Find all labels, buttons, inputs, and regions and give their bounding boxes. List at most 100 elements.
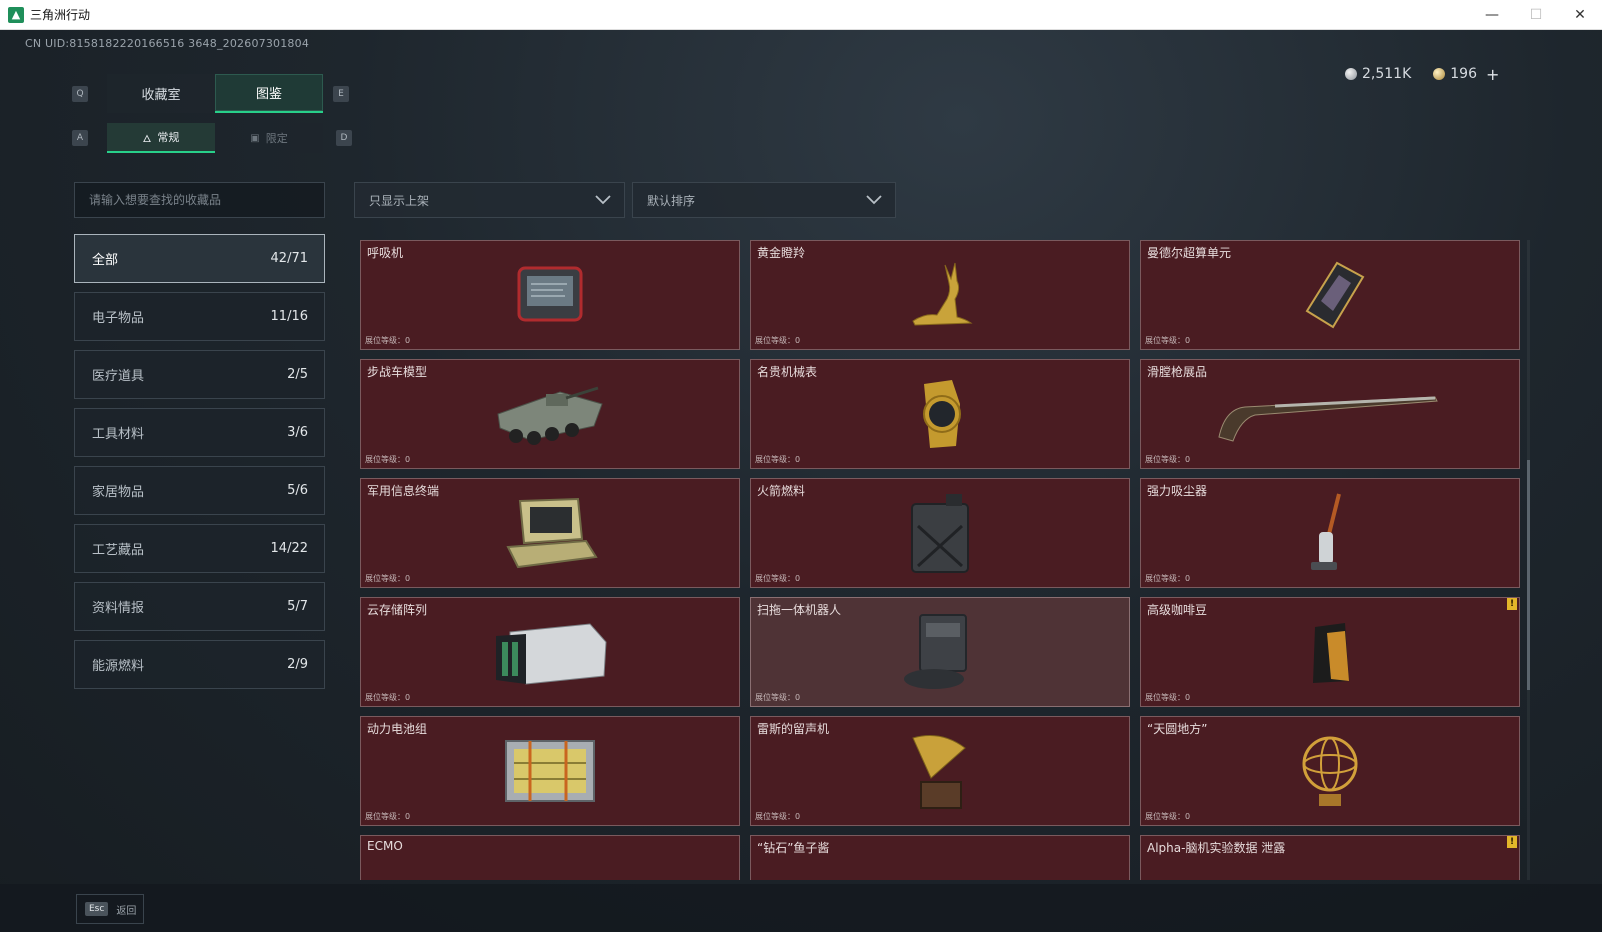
category-household[interactable]: 家居物品 5/6 <box>74 466 325 515</box>
tab-regular-label: 常规 <box>157 131 180 144</box>
shelf-filter-dropdown[interactable]: 只显示上架 <box>354 182 625 218</box>
tab-collection-room[interactable]: 收藏室 <box>107 74 215 113</box>
item-card[interactable]: 雷斯的留声机 展位等级：0 <box>750 716 1130 826</box>
category-crafts[interactable]: 工艺藏品 14/22 <box>74 524 325 573</box>
item-level: 展位等级：0 <box>755 574 801 583</box>
sort-dropdown[interactable]: 默认排序 <box>632 182 896 218</box>
item-card[interactable]: 军用信息终端 展位等级：0 <box>360 478 740 588</box>
back-button[interactable]: Esc 返回 <box>76 894 144 924</box>
minimize-button[interactable]: — <box>1470 0 1514 30</box>
warning-badge-icon: ! <box>1507 836 1517 848</box>
mechanical-watch-icon <box>923 380 961 448</box>
app-logo-icon: ▲ <box>8 6 24 23</box>
item-name: 黄金瞪羚 <box>757 246 806 260</box>
item-level: 展位等级：0 <box>365 812 411 821</box>
tab-catalog[interactable]: 图鉴 <box>215 74 323 113</box>
sub-tabs: 🜂 常规 ▣ 限定 <box>107 123 323 153</box>
item-name: 云存储阵列 <box>367 603 428 617</box>
grid-scrollbar[interactable] <box>1527 240 1530 880</box>
item-card[interactable]: 曼德尔超算单元 展位等级：0 <box>1140 240 1520 350</box>
item-card[interactable]: “钻石”鱼子酱 展位等级：0 <box>750 835 1130 880</box>
flame-icon: 🜂 <box>142 133 152 145</box>
esc-key-hint: Esc <box>85 902 109 916</box>
add-currency-button[interactable]: + <box>1486 65 1499 84</box>
search-input[interactable] <box>74 182 325 218</box>
item-card[interactable]: “天圆地方” 展位等级：0 <box>1140 716 1520 826</box>
category-count: 5/6 <box>287 483 308 498</box>
silver-coin-icon <box>1345 68 1357 80</box>
tab-limited[interactable]: ▣ 限定 <box>215 123 323 153</box>
battery-pack-icon <box>505 740 595 802</box>
item-name: 军用信息终端 <box>367 484 440 498</box>
item-grid-viewport: 呼吸机 展位等级：0 黄金瞪羚 展位等级：0 曼德尔超算单元 展位等级：0 步战… <box>360 240 1520 880</box>
item-level: 展位等级：0 <box>365 455 411 464</box>
item-name: “天圆地方” <box>1147 722 1208 736</box>
item-card[interactable]: 步战车模型 展位等级：0 <box>360 359 740 469</box>
window-controls: — ☐ ✕ <box>1470 0 1602 30</box>
category-label: 医疗道具 <box>92 369 145 384</box>
item-card[interactable]: 黄金瞪羚 展位等级：0 <box>750 240 1130 350</box>
gold-coin-icon <box>1433 68 1446 80</box>
category-count: 3/6 <box>287 425 308 440</box>
item-card[interactable]: 扫拖一体机器人 展位等级：0 <box>750 597 1130 707</box>
sort-value: 默认排序 <box>647 193 696 208</box>
chevron-down-icon <box>595 195 611 205</box>
robot-vacuum-icon <box>904 614 967 689</box>
item-name: 扫拖一体机器人 <box>757 603 842 617</box>
close-button[interactable]: ✕ <box>1558 0 1602 30</box>
item-card[interactable]: Alpha-脑机实验数据 泄露 ! 展位等级：0 <box>1140 835 1520 880</box>
category-label: 电子物品 <box>92 311 145 326</box>
item-level: 展位等级：0 <box>1145 693 1191 702</box>
item-name: 呼吸机 <box>367 246 404 260</box>
bottom-bar: Esc 返回 <box>0 884 1602 932</box>
item-card[interactable]: 火箭燃料 展位等级：0 <box>750 478 1130 588</box>
item-name: 强力吸尘器 <box>1147 484 1208 498</box>
gramophone-icon <box>912 735 966 809</box>
scrollbar-thumb[interactable] <box>1527 460 1530 690</box>
item-level: 展位等级：0 <box>365 336 411 345</box>
category-count: 5/7 <box>287 599 308 614</box>
armillary-sphere-icon <box>1302 736 1358 806</box>
category-intel[interactable]: 资料情报 5/7 <box>74 582 325 631</box>
item-card[interactable]: 云存储阵列 展位等级：0 <box>360 597 740 707</box>
item-card[interactable]: 呼吸机 展位等级：0 <box>360 240 740 350</box>
item-card[interactable]: 高级咖啡豆 ! 展位等级：0 <box>1140 597 1520 707</box>
item-card[interactable]: 名贵机械表 展位等级：0 <box>750 359 1130 469</box>
item-name: “钻石”鱼子酱 <box>757 841 830 855</box>
item-name: ECMO <box>367 839 403 853</box>
category-all[interactable]: 全部 42/71 <box>74 234 325 283</box>
item-card[interactable]: 强力吸尘器 展位等级：0 <box>1140 478 1520 588</box>
maximize-button[interactable]: ☐ <box>1514 0 1558 30</box>
tab-regular[interactable]: 🜂 常规 <box>107 123 215 153</box>
item-level: 展位等级：0 <box>755 336 801 345</box>
item-level: 展位等级：0 <box>1145 455 1191 464</box>
item-level: 展位等级：0 <box>1145 336 1191 345</box>
category-electronics[interactable]: 电子物品 11/16 <box>74 292 325 341</box>
vacuum-cleaner-icon <box>1311 493 1341 570</box>
item-card[interactable]: 滑膛枪展品 展位等级：0 <box>1140 359 1520 469</box>
item-level: 展位等级：0 <box>755 812 801 821</box>
image-icon: ▣ <box>250 132 260 144</box>
item-name: 曼德尔超算单元 <box>1147 246 1232 260</box>
back-label: 返回 <box>116 905 137 917</box>
window-titlebar: ▲ 三角洲行动 — ☐ ✕ <box>0 0 1602 30</box>
item-card[interactable]: ECMO 展位等级：0 <box>360 835 740 880</box>
item-name: 步战车模型 <box>367 365 428 379</box>
window-title: 三角洲行动 <box>30 8 91 22</box>
item-level: 展位等级：0 <box>755 693 801 702</box>
item-level: 展位等级：0 <box>1145 812 1191 821</box>
item-name: 高级咖啡豆 <box>1147 603 1208 617</box>
category-energy[interactable]: 能源燃料 2/9 <box>74 640 325 689</box>
ventilator-icon <box>517 266 583 322</box>
silver-currency: 2,511K <box>1345 66 1411 82</box>
category-medical[interactable]: 医疗道具 2/5 <box>74 350 325 399</box>
category-count: 14/22 <box>270 541 308 556</box>
tab-limited-label: 限定 <box>265 132 288 145</box>
ifv-model-icon <box>497 386 603 445</box>
item-card[interactable]: 动力电池组 展位等级：0 <box>360 716 740 826</box>
item-name: Alpha-脑机实验数据 泄露 <box>1147 841 1286 855</box>
category-tools[interactable]: 工具材料 3/6 <box>74 408 325 457</box>
golden-gazelle-icon <box>912 262 973 326</box>
item-name: 滑膛枪展品 <box>1147 365 1208 379</box>
item-level: 展位等级：0 <box>1145 574 1191 583</box>
